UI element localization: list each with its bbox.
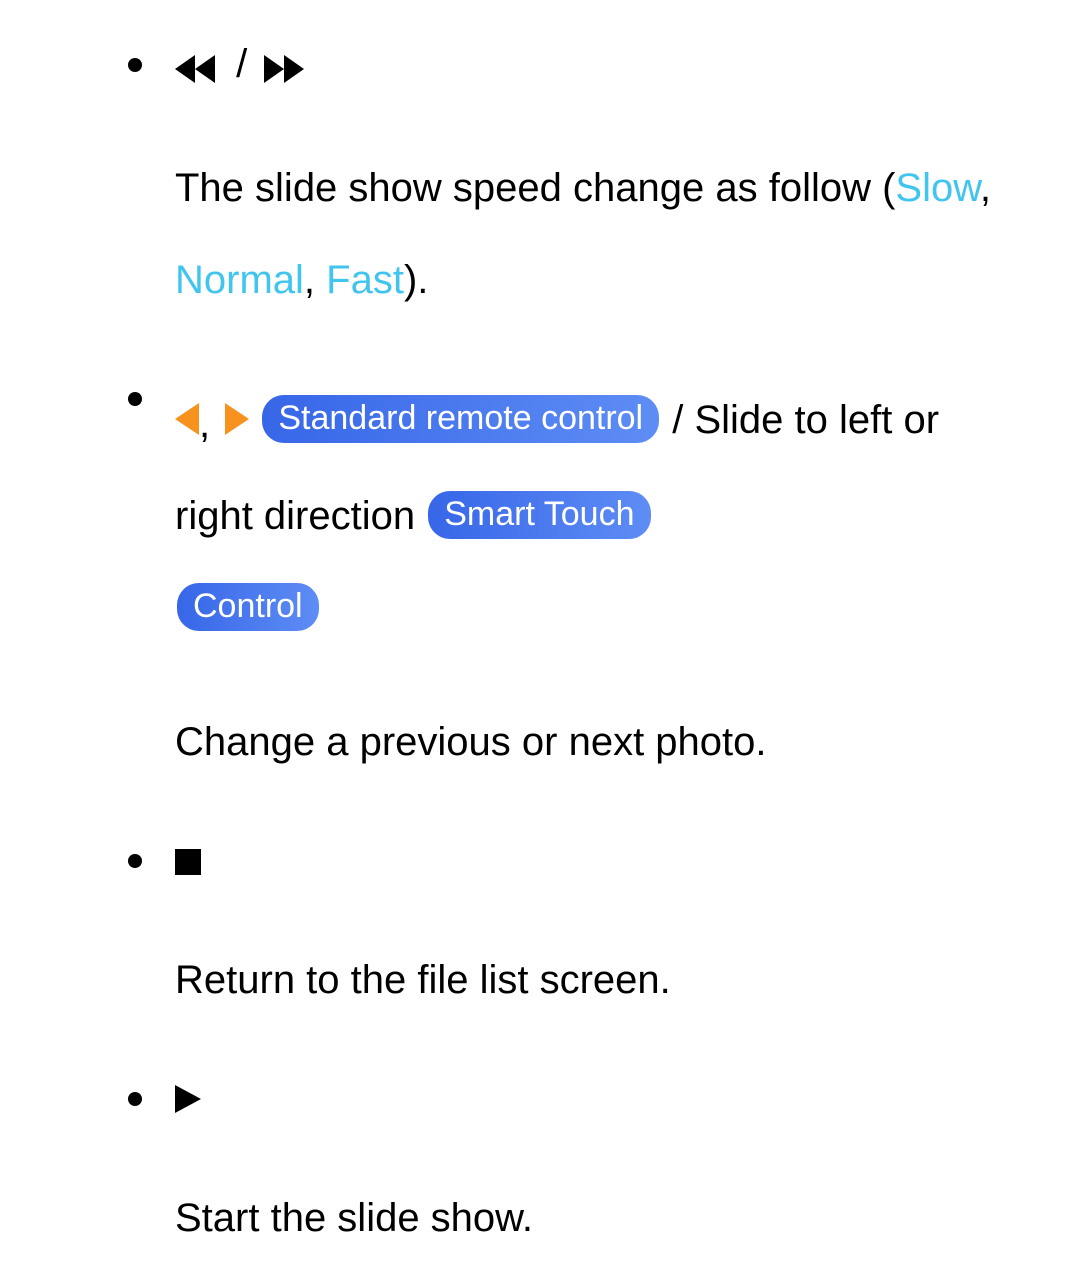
item-desc-stop: Return to the file list screen. xyxy=(175,934,1020,1026)
slash-text: / xyxy=(661,398,694,442)
list-item: Return to the file list screen. xyxy=(40,836,1020,1026)
item-desc-nav: Change a previous or next photo. xyxy=(175,696,1020,788)
list-item: / The slide show speed change as follow … xyxy=(40,40,1020,326)
list-item: Start the slide show. xyxy=(40,1074,1020,1264)
fast-forward-icon xyxy=(264,55,308,83)
speed-fast: Fast xyxy=(326,258,404,302)
badge-standard-remote: Standard remote control xyxy=(262,395,659,443)
stop-icon xyxy=(175,849,201,875)
rewind-icon xyxy=(175,55,219,83)
item-head-speed: / xyxy=(175,40,1020,92)
play-icon xyxy=(175,1085,201,1113)
left-arrow-icon xyxy=(175,403,199,435)
speed-slow: Slow xyxy=(895,166,980,210)
speed-normal: Normal xyxy=(175,258,304,302)
item-head-play xyxy=(175,1074,1020,1122)
arrow-separator: , xyxy=(199,402,225,446)
desc-sep: , xyxy=(980,166,991,210)
document-page: / The slide show speed change as follow … xyxy=(0,0,1080,1104)
badge-smart-touch-b: Control xyxy=(177,583,319,631)
slash-separator: / xyxy=(230,42,253,86)
desc-text: ). xyxy=(404,258,428,302)
desc-sep: , xyxy=(304,258,326,302)
badge-smart-touch-a: Smart Touch xyxy=(428,491,650,539)
item-desc-play: Start the slide show. xyxy=(175,1172,1020,1264)
instruction-list: / The slide show speed change as follow … xyxy=(40,40,1020,1264)
item-head-nav: , Standard remote control / Slide to lef… xyxy=(175,374,1020,654)
desc-text: The slide show speed change as follow ( xyxy=(175,166,895,210)
item-desc-speed: The slide show speed change as follow (S… xyxy=(175,142,1020,326)
list-item: , Standard remote control / Slide to lef… xyxy=(40,374,1020,788)
right-arrow-icon xyxy=(225,403,249,435)
item-head-stop xyxy=(175,836,1020,884)
